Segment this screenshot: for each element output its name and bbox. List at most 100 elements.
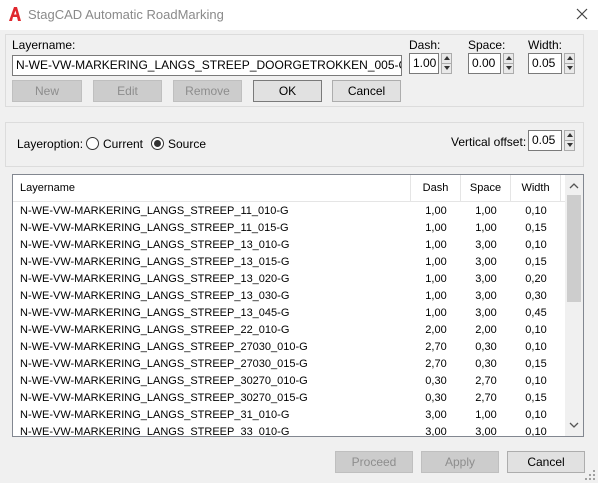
cell-layername: N-WE-VW-MARKERING_LANGS_STREEP_13_015-G: [20, 256, 290, 268]
column-header-width[interactable]: Width: [511, 175, 561, 202]
cell-layername: N-WE-VW-MARKERING_LANGS_STREEP_13_030-G: [20, 290, 290, 302]
cell-width: 0,10: [525, 239, 547, 251]
cell-dash: 1,00: [425, 205, 447, 217]
vertical-scrollbar[interactable]: [565, 175, 583, 436]
space-stepper[interactable]: [503, 53, 514, 74]
cell-dash: 0,30: [425, 392, 447, 404]
new-button[interactable]: New: [12, 80, 82, 102]
chevron-down-icon[interactable]: [504, 63, 513, 72]
ok-button[interactable]: OK: [253, 80, 322, 102]
cell-width: 0,15: [525, 222, 547, 234]
cell-width: 0,30: [525, 290, 547, 302]
cell-width: 0,15: [525, 358, 547, 370]
current-radio[interactable]: [86, 137, 99, 150]
cell-width: 0,10: [525, 375, 547, 387]
cell-layername: N-WE-VW-MARKERING_LANGS_STREEP_13_020-G: [20, 273, 290, 285]
table-row[interactable]: N-WE-VW-MARKERING_LANGS_STREEP_13_045-G 1…: [13, 305, 566, 322]
table-row[interactable]: N-WE-VW-MARKERING_LANGS_STREEP_33_010-G 3…: [13, 424, 566, 437]
scroll-up-icon[interactable]: [569, 181, 579, 191]
cell-dash: 1,00: [425, 307, 447, 319]
vertical-offset-label: Vertical offset:: [451, 135, 527, 149]
table-row[interactable]: N-WE-VW-MARKERING_LANGS_STREEP_11_010-G 1…: [13, 203, 566, 220]
chevron-down-icon[interactable]: [565, 63, 574, 72]
cell-space: 3,00: [475, 256, 497, 268]
table-row[interactable]: N-WE-VW-MARKERING_LANGS_STREEP_30270_015…: [13, 390, 566, 407]
vertical-offset-input[interactable]: 0.05: [528, 130, 562, 151]
space-input[interactable]: 0.00: [468, 53, 501, 74]
cell-width: 0,20: [525, 273, 547, 285]
chevron-down-icon[interactable]: [565, 140, 574, 149]
cell-layername: N-WE-VW-MARKERING_LANGS_STREEP_13_045-G: [20, 307, 290, 319]
chevron-up-icon[interactable]: [504, 54, 513, 63]
chevron-up-icon[interactable]: [565, 54, 574, 63]
cell-layername: N-WE-VW-MARKERING_LANGS_STREEP_27030_015…: [20, 358, 308, 370]
table-row[interactable]: N-WE-VW-MARKERING_LANGS_STREEP_22_010-G 2…: [13, 322, 566, 339]
cell-space: 1,00: [475, 205, 497, 217]
cell-width: 0,10: [525, 341, 547, 353]
close-icon[interactable]: [574, 6, 590, 22]
table-row[interactable]: N-WE-VW-MARKERING_LANGS_STREEP_27030_010…: [13, 339, 566, 356]
remove-button[interactable]: Remove: [173, 80, 242, 102]
table-row[interactable]: N-WE-VW-MARKERING_LANGS_STREEP_13_010-G 1…: [13, 237, 566, 254]
chevron-down-icon[interactable]: [442, 63, 451, 72]
table-row[interactable]: N-WE-VW-MARKERING_LANGS_STREEP_13_015-G 1…: [13, 254, 566, 271]
cell-space: 1,00: [475, 222, 497, 234]
cell-layername: N-WE-VW-MARKERING_LANGS_STREEP_27030_010…: [20, 341, 308, 353]
cell-width: 0,15: [525, 256, 547, 268]
chevron-up-icon[interactable]: [442, 54, 451, 63]
cell-dash: 0,30: [425, 375, 447, 387]
column-header-space[interactable]: Space: [461, 175, 511, 202]
chevron-up-icon[interactable]: [565, 131, 574, 140]
cell-dash: 1,00: [425, 239, 447, 251]
column-header-layername[interactable]: Layername: [13, 175, 411, 202]
source-radio[interactable]: [151, 137, 164, 150]
cell-layername: N-WE-VW-MARKERING_LANGS_STREEP_31_010-G: [20, 409, 290, 421]
current-radio-label[interactable]: Current: [103, 137, 143, 151]
cell-space: 1,00: [475, 409, 497, 421]
cell-dash: 3,00: [425, 426, 447, 437]
apply-button[interactable]: Apply: [421, 451, 499, 473]
vertical-offset-stepper[interactable]: [564, 130, 575, 151]
table-row[interactable]: N-WE-VW-MARKERING_LANGS_STREEP_30270_010…: [13, 373, 566, 390]
cell-space: 3,00: [475, 290, 497, 302]
cell-layername: N-WE-VW-MARKERING_LANGS_STREEP_30270_015…: [20, 392, 308, 404]
cell-width: 0,15: [525, 392, 547, 404]
cell-space: 3,00: [475, 426, 497, 437]
cell-space: 3,00: [475, 239, 497, 251]
table-row[interactable]: N-WE-VW-MARKERING_LANGS_STREEP_13_020-G 1…: [13, 271, 566, 288]
table-row[interactable]: N-WE-VW-MARKERING_LANGS_STREEP_27030_015…: [13, 356, 566, 373]
scrollbar-thumb[interactable]: [567, 195, 581, 302]
cell-dash: 1,00: [425, 222, 447, 234]
cell-width: 0,45: [525, 307, 547, 319]
cell-layername: N-WE-VW-MARKERING_LANGS_STREEP_30270_010…: [20, 375, 308, 387]
cell-dash: 2,70: [425, 358, 447, 370]
source-radio-label[interactable]: Source: [168, 137, 206, 151]
dash-input[interactable]: 1.00: [409, 53, 439, 74]
edit-button[interactable]: Edit: [93, 80, 162, 102]
proceed-button[interactable]: Proceed: [335, 451, 413, 473]
resize-grip-icon[interactable]: [584, 469, 596, 481]
table-row[interactable]: N-WE-VW-MARKERING_LANGS_STREEP_31_010-G 3…: [13, 407, 566, 424]
footer-cancel-button[interactable]: Cancel: [507, 451, 585, 473]
width-input[interactable]: 0.05: [528, 53, 562, 74]
form-cancel-button[interactable]: Cancel: [332, 80, 401, 102]
cell-dash: 3,00: [425, 409, 447, 421]
cell-space: 2,70: [475, 392, 497, 404]
layername-label: Layername:: [12, 38, 76, 52]
cell-space: 2,70: [475, 375, 497, 387]
table-row[interactable]: N-WE-VW-MARKERING_LANGS_STREEP_13_030-G 1…: [13, 288, 566, 305]
cell-space: 3,00: [475, 307, 497, 319]
title-bar: StagCAD Automatic RoadMarking: [0, 0, 598, 30]
cell-space: 0,30: [475, 341, 497, 353]
layername-input[interactable]: N-WE-VW-MARKERING_LANGS_STREEP_DOORGETRO…: [12, 55, 402, 76]
width-stepper[interactable]: [564, 53, 575, 74]
table-row[interactable]: N-WE-VW-MARKERING_LANGS_STREEP_11_015-G 1…: [13, 220, 566, 237]
cell-layername: N-WE-VW-MARKERING_LANGS_STREEP_11_010-G: [20, 205, 289, 217]
dash-stepper[interactable]: [441, 53, 452, 74]
column-header-dash[interactable]: Dash: [411, 175, 461, 202]
layer-table[interactable]: Layername Dash Space Width N-WE-VW-MARKE…: [12, 174, 584, 437]
cell-layername: N-WE-VW-MARKERING_LANGS_STREEP_13_010-G: [20, 239, 290, 251]
scroll-down-icon[interactable]: [569, 420, 579, 430]
cell-space: 3,00: [475, 273, 497, 285]
table-header: Layername Dash Space Width: [13, 175, 566, 202]
